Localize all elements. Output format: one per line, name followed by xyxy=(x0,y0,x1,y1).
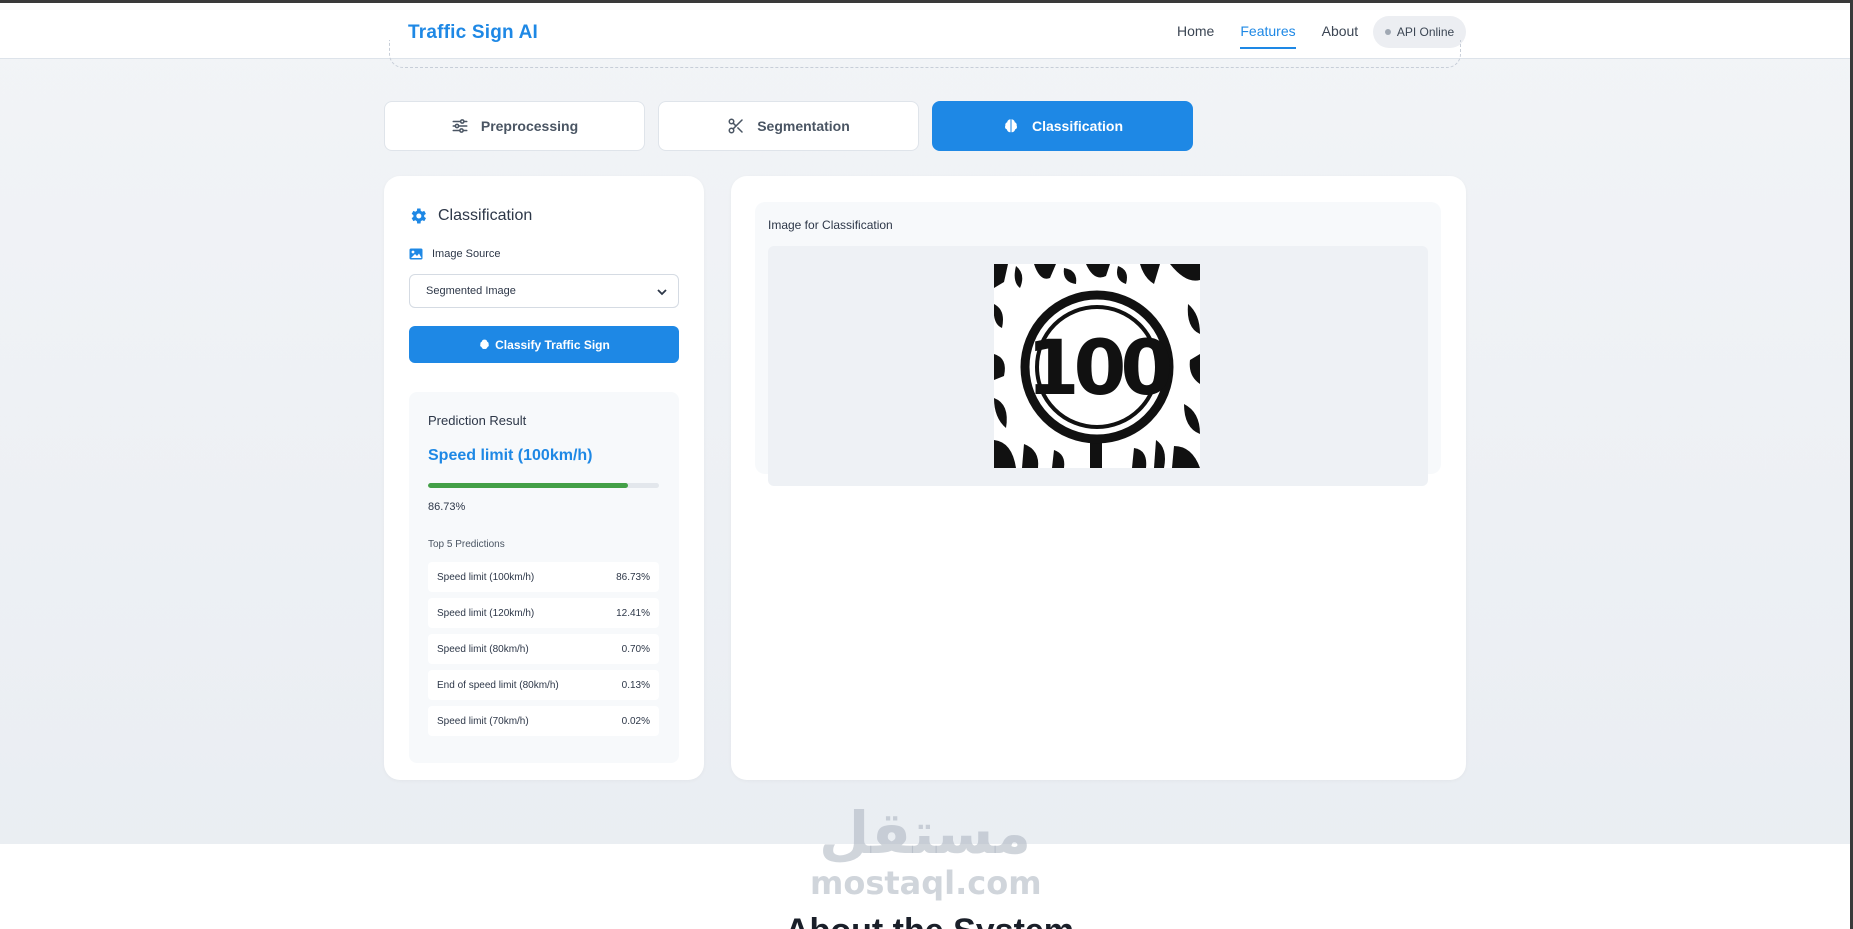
status-dot-icon xyxy=(1384,29,1391,35)
prediction-row: Speed limit (100km/h) 86.73% xyxy=(428,562,659,592)
api-status-text: API Online xyxy=(1396,25,1455,39)
classification-controls-panel: Classification Image Source Segmented Im… xyxy=(384,176,704,780)
scissors-icon xyxy=(728,118,743,134)
prediction-name: Speed limit (100km/h) xyxy=(437,571,535,583)
feature-tabs: Preprocessing Segmentation Classificatio… xyxy=(384,101,1193,151)
panel-title: Classification xyxy=(408,206,532,226)
predicted-class: Speed limit (100km/h) xyxy=(428,447,593,464)
prediction-pct: 0.02% xyxy=(621,715,650,727)
prediction-pct: 0.70% xyxy=(621,643,650,655)
watermark-logo: مستقل mostaql.com xyxy=(810,799,1042,910)
classify-button[interactable]: Classify Traffic Sign xyxy=(409,326,679,363)
image-frame: 100 xyxy=(768,246,1428,486)
traffic-sign-picture: 100 xyxy=(994,264,1200,468)
confidence-bar-fill xyxy=(428,483,629,488)
prediction-row: End of speed limit (80km/h) 0.13% xyxy=(428,670,659,700)
top5-label: Top 5 Predictions xyxy=(428,539,505,550)
tab-label: Segmentation xyxy=(757,118,850,134)
prediction-row: Speed limit (120km/h) 12.41% xyxy=(428,598,659,628)
gear-icon xyxy=(411,208,426,224)
prediction-name: Speed limit (80km/h) xyxy=(437,643,529,655)
brain-icon xyxy=(1004,119,1017,133)
sliders-icon xyxy=(452,119,468,133)
tab-label: Classification xyxy=(1031,118,1124,134)
about-heading: About the System xyxy=(785,912,1074,929)
prediction-name: Speed limit (120km/h) xyxy=(437,607,535,619)
prediction-pct: 86.73% xyxy=(616,571,650,583)
prediction-row: Speed limit (70km/h) 0.02% xyxy=(428,706,659,736)
tab-classification[interactable]: Classification xyxy=(932,101,1193,151)
confidence-text: 86.73% xyxy=(428,501,466,513)
tab-preprocessing[interactable]: Preprocessing xyxy=(384,101,645,151)
watermark-latin: mostaql.com xyxy=(810,864,1042,902)
tab-segmentation[interactable]: Segmentation xyxy=(658,101,919,151)
image-source-label: Image Source xyxy=(409,248,500,260)
upload-dropzone-edge xyxy=(389,40,1461,68)
prediction-pct: 0.13% xyxy=(621,679,650,691)
prediction-name: Speed limit (70km/h) xyxy=(437,715,529,727)
image-source-select[interactable]: Segmented Image xyxy=(409,274,679,308)
chevron-down-icon xyxy=(657,289,667,296)
prediction-name: End of speed limit (80km/h) xyxy=(437,679,559,691)
prediction-row: Speed limit (80km/h) 0.70% xyxy=(428,634,659,664)
tab-label: Preprocessing xyxy=(480,118,579,134)
image-preview-panel: Image for Classification 100 xyxy=(731,176,1466,780)
sign-number: 100 xyxy=(1027,323,1171,412)
prediction-pct: 12.41% xyxy=(616,607,650,619)
watermark-arabic: مستقل xyxy=(818,799,1032,867)
brain-icon xyxy=(480,339,489,349)
image-icon xyxy=(409,248,423,260)
result-heading: Prediction Result xyxy=(428,413,527,428)
select-value: Segmented Image xyxy=(426,285,516,297)
confidence-bar xyxy=(428,483,659,488)
top5-list: Speed limit (100km/h) 86.73% Speed limit… xyxy=(428,562,659,742)
image-title: Image for Classification xyxy=(768,218,893,232)
segmented-sign-image: 100 xyxy=(994,264,1200,468)
prediction-result-card: Prediction Result Speed limit (100km/h) … xyxy=(409,392,679,763)
